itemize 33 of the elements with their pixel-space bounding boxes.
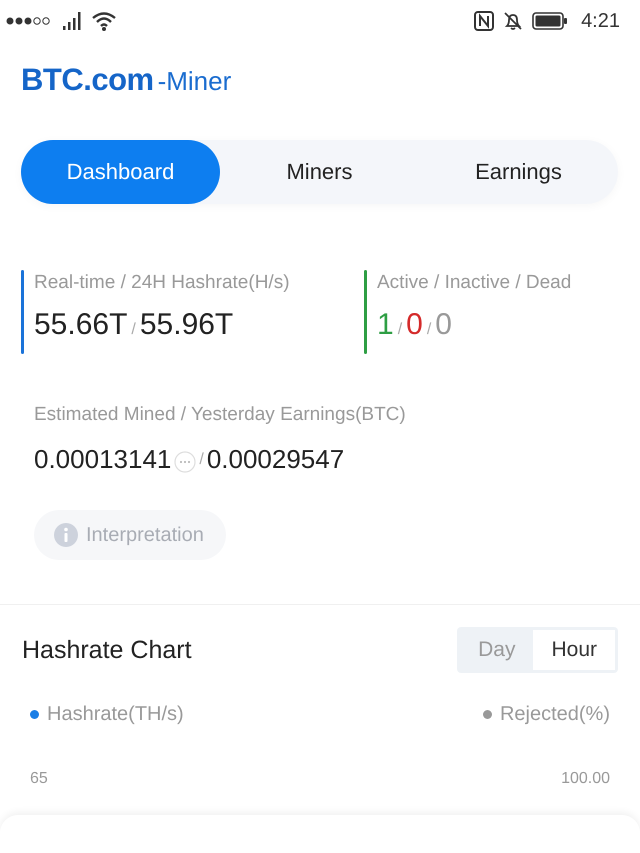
legend-label: Hashrate(TH/s): [47, 703, 184, 726]
earnings-value: 0.00029547: [206, 444, 344, 475]
period-option[interactable]: Hour: [533, 630, 615, 670]
wifi-icon: [92, 11, 116, 31]
separator: /: [398, 321, 402, 339]
axis-label: 65: [30, 770, 48, 788]
bell-off-icon: [503, 11, 524, 31]
stat-value: 55.96T: [140, 308, 234, 342]
earnings-value: 0.00013141: [34, 444, 172, 475]
separator: /: [426, 321, 432, 339]
legend-label: Rejected(%): [500, 703, 610, 726]
logo-brand: BTC.com: [21, 62, 154, 98]
earnings-label: Estimated Mined / Yesterday Earnings(BTC): [34, 404, 407, 426]
separator: /: [131, 321, 136, 339]
stat-value: 0: [406, 308, 423, 342]
logo-suffix: -Miner: [158, 66, 232, 97]
separator: /: [199, 450, 204, 468]
battery-icon: [532, 12, 568, 30]
section-title: Hashrate Chart: [22, 636, 192, 664]
clock-time: 4:21: [581, 10, 620, 32]
stat-label: Active / Inactive / Dead: [377, 272, 572, 294]
stat-value: 1: [377, 308, 394, 342]
stat-value: 55.66T: [34, 308, 128, 342]
tab[interactable]: Earnings: [419, 140, 618, 204]
stat-value: 0: [435, 308, 452, 342]
signal-icon: [63, 12, 83, 30]
axis-label: 100.00: [561, 770, 610, 788]
tab[interactable]: Miners: [220, 140, 419, 204]
stat-label: Real-time / 24H Hashrate(H/s): [34, 272, 290, 294]
info-icon: [54, 523, 78, 547]
nfc-icon: [474, 11, 494, 31]
tab[interactable]: Dashboard: [21, 140, 220, 204]
more-icon: [174, 450, 196, 472]
